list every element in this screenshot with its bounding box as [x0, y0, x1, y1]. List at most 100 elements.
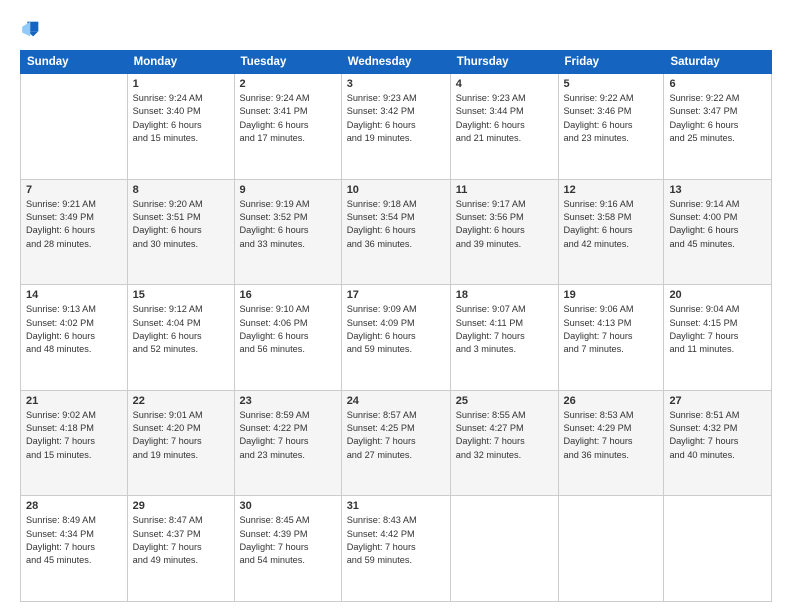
weekday-header-thursday: Thursday [450, 51, 558, 74]
day-number: 25 [456, 395, 553, 407]
calendar-cell: 9Sunrise: 9:19 AM Sunset: 3:52 PM Daylig… [234, 179, 341, 285]
day-number: 7 [26, 184, 122, 196]
day-info: Sunrise: 9:23 AM Sunset: 3:44 PM Dayligh… [456, 92, 553, 145]
weekday-header-wednesday: Wednesday [341, 51, 450, 74]
day-number: 12 [564, 184, 659, 196]
day-number: 13 [669, 184, 766, 196]
calendar-cell: 15 Sunrise: 9:12 AM Sunset: 4:04 PM Dayli… [127, 285, 234, 391]
calendar-cell [664, 496, 772, 602]
calendar-cell: 16 Sunrise: 9:10 AM Sunset: 4:06 PM Dayli… [234, 285, 341, 391]
day-info: Sunrise: 9:16 AM Sunset: 3:58 PM Dayligh… [564, 198, 659, 251]
logo-icon [20, 18, 42, 40]
day-info: Sunrise: 9:23 AM Sunset: 3:42 PM Dayligh… [347, 92, 445, 145]
day-number: 11 [456, 184, 553, 196]
day-info: Sunrise: 9:12 AM Sunset: 4:04 PM Dayligh… [133, 303, 229, 356]
day-info: Sunrise: 9:18 AM Sunset: 3:54 PM Dayligh… [347, 198, 445, 251]
day-number: 5 [564, 78, 659, 90]
day-number: 17 [347, 289, 445, 301]
calendar-cell: 20 Sunrise: 9:04 AM Sunset: 4:15 PM Dayli… [664, 285, 772, 391]
day-number: 14 [26, 289, 122, 301]
calendar-cell: 5 Sunrise: 9:22 AM Sunset: 3:46 PM Daylig… [558, 74, 664, 180]
calendar-week-2: 7 Sunrise: 9:21 AM Sunset: 3:49 PM Daylig… [21, 179, 772, 285]
day-info: Sunrise: 9:13 AM Sunset: 4:02 PM Dayligh… [26, 303, 122, 356]
day-info: Sunrise: 8:53 AM Sunset: 4:29 PM Dayligh… [564, 409, 659, 462]
day-number: 27 [669, 395, 766, 407]
day-info: Sunrise: 8:57 AM Sunset: 4:25 PM Dayligh… [347, 409, 445, 462]
weekday-header-tuesday: Tuesday [234, 51, 341, 74]
day-info: Sunrise: 9:01 AM Sunset: 4:20 PM Dayligh… [133, 409, 229, 462]
day-info: Sunrise: 9:10 AM Sunset: 4:06 PM Dayligh… [240, 303, 336, 356]
calendar-week-1: 1Sunrise: 9:24 AM Sunset: 3:40 PM Daylig… [21, 74, 772, 180]
day-info: Sunrise: 9:06 AM Sunset: 4:13 PM Dayligh… [564, 303, 659, 356]
calendar-cell: 11Sunrise: 9:17 AM Sunset: 3:56 PM Dayli… [450, 179, 558, 285]
day-info: Sunrise: 8:45 AM Sunset: 4:39 PM Dayligh… [240, 514, 336, 567]
day-number: 23 [240, 395, 336, 407]
day-number: 26 [564, 395, 659, 407]
weekday-header-row: SundayMondayTuesdayWednesdayThursdayFrid… [21, 51, 772, 74]
day-number: 8 [133, 184, 229, 196]
calendar-week-4: 21 Sunrise: 9:02 AM Sunset: 4:18 PM Dayli… [21, 390, 772, 496]
weekday-header-monday: Monday [127, 51, 234, 74]
day-info: Sunrise: 9:09 AM Sunset: 4:09 PM Dayligh… [347, 303, 445, 356]
day-info: Sunrise: 9:04 AM Sunset: 4:15 PM Dayligh… [669, 303, 766, 356]
day-number: 6 [669, 78, 766, 90]
day-info: Sunrise: 8:51 AM Sunset: 4:32 PM Dayligh… [669, 409, 766, 462]
calendar-cell: 18 Sunrise: 9:07 AM Sunset: 4:11 PM Dayli… [450, 285, 558, 391]
calendar-cell: 22Sunrise: 9:01 AM Sunset: 4:20 PM Dayli… [127, 390, 234, 496]
weekday-header-friday: Friday [558, 51, 664, 74]
day-info: Sunrise: 9:24 AM Sunset: 3:41 PM Dayligh… [240, 92, 336, 145]
day-info: Sunrise: 8:43 AM Sunset: 4:42 PM Dayligh… [347, 514, 445, 567]
calendar-cell [450, 496, 558, 602]
day-number: 30 [240, 500, 336, 512]
day-info: Sunrise: 9:21 AM Sunset: 3:49 PM Dayligh… [26, 198, 122, 251]
day-info: Sunrise: 9:19 AM Sunset: 3:52 PM Dayligh… [240, 198, 336, 251]
calendar-cell: 29 Sunrise: 8:47 AM Sunset: 4:37 PM Dayli… [127, 496, 234, 602]
weekday-header-saturday: Saturday [664, 51, 772, 74]
day-number: 28 [26, 500, 122, 512]
calendar-cell: 3 Sunrise: 9:23 AM Sunset: 3:42 PM Daylig… [341, 74, 450, 180]
header [20, 18, 772, 40]
day-info: Sunrise: 9:07 AM Sunset: 4:11 PM Dayligh… [456, 303, 553, 356]
day-info: Sunrise: 8:47 AM Sunset: 4:37 PM Dayligh… [133, 514, 229, 567]
calendar-cell: 23Sunrise: 8:59 AM Sunset: 4:22 PM Dayli… [234, 390, 341, 496]
day-number: 16 [240, 289, 336, 301]
day-number: 10 [347, 184, 445, 196]
calendar-cell [558, 496, 664, 602]
day-number: 31 [347, 500, 445, 512]
calendar-cell: 4 Sunrise: 9:23 AM Sunset: 3:44 PM Daylig… [450, 74, 558, 180]
calendar-cell [21, 74, 128, 180]
day-info: Sunrise: 8:55 AM Sunset: 4:27 PM Dayligh… [456, 409, 553, 462]
day-number: 21 [26, 395, 122, 407]
weekday-header-sunday: Sunday [21, 51, 128, 74]
calendar-cell: 12 Sunrise: 9:16 AM Sunset: 3:58 PM Dayli… [558, 179, 664, 285]
calendar-week-5: 28 Sunrise: 8:49 AM Sunset: 4:34 PM Dayli… [21, 496, 772, 602]
day-info: Sunrise: 9:22 AM Sunset: 3:47 PM Dayligh… [669, 92, 766, 145]
calendar-cell: 26 Sunrise: 8:53 AM Sunset: 4:29 PM Dayli… [558, 390, 664, 496]
day-info: Sunrise: 8:49 AM Sunset: 4:34 PM Dayligh… [26, 514, 122, 567]
calendar-cell: 10 Sunrise: 9:18 AM Sunset: 3:54 PM Dayli… [341, 179, 450, 285]
day-number: 15 [133, 289, 229, 301]
calendar-cell: 21 Sunrise: 9:02 AM Sunset: 4:18 PM Dayli… [21, 390, 128, 496]
calendar-week-3: 14 Sunrise: 9:13 AM Sunset: 4:02 PM Dayli… [21, 285, 772, 391]
calendar-cell: 8Sunrise: 9:20 AM Sunset: 3:51 PM Daylig… [127, 179, 234, 285]
day-number: 1 [133, 78, 229, 90]
day-number: 18 [456, 289, 553, 301]
calendar-cell: 2 Sunrise: 9:24 AM Sunset: 3:41 PM Daylig… [234, 74, 341, 180]
calendar-cell: 27 Sunrise: 8:51 AM Sunset: 4:32 PM Dayli… [664, 390, 772, 496]
day-number: 19 [564, 289, 659, 301]
calendar-cell: 30 Sunrise: 8:45 AM Sunset: 4:39 PM Dayli… [234, 496, 341, 602]
calendar-cell: 17 Sunrise: 9:09 AM Sunset: 4:09 PM Dayli… [341, 285, 450, 391]
calendar-cell: 14 Sunrise: 9:13 AM Sunset: 4:02 PM Dayli… [21, 285, 128, 391]
day-info: Sunrise: 9:14 AM Sunset: 4:00 PM Dayligh… [669, 198, 766, 251]
day-info: Sunrise: 9:02 AM Sunset: 4:18 PM Dayligh… [26, 409, 122, 462]
calendar-cell: 1Sunrise: 9:24 AM Sunset: 3:40 PM Daylig… [127, 74, 234, 180]
calendar-cell: 24Sunrise: 8:57 AM Sunset: 4:25 PM Dayli… [341, 390, 450, 496]
calendar-cell: 28 Sunrise: 8:49 AM Sunset: 4:34 PM Dayli… [21, 496, 128, 602]
calendar-cell: 7 Sunrise: 9:21 AM Sunset: 3:49 PM Daylig… [21, 179, 128, 285]
day-info: Sunrise: 9:22 AM Sunset: 3:46 PM Dayligh… [564, 92, 659, 145]
day-number: 4 [456, 78, 553, 90]
day-number: 29 [133, 500, 229, 512]
day-number: 3 [347, 78, 445, 90]
day-number: 20 [669, 289, 766, 301]
day-number: 2 [240, 78, 336, 90]
